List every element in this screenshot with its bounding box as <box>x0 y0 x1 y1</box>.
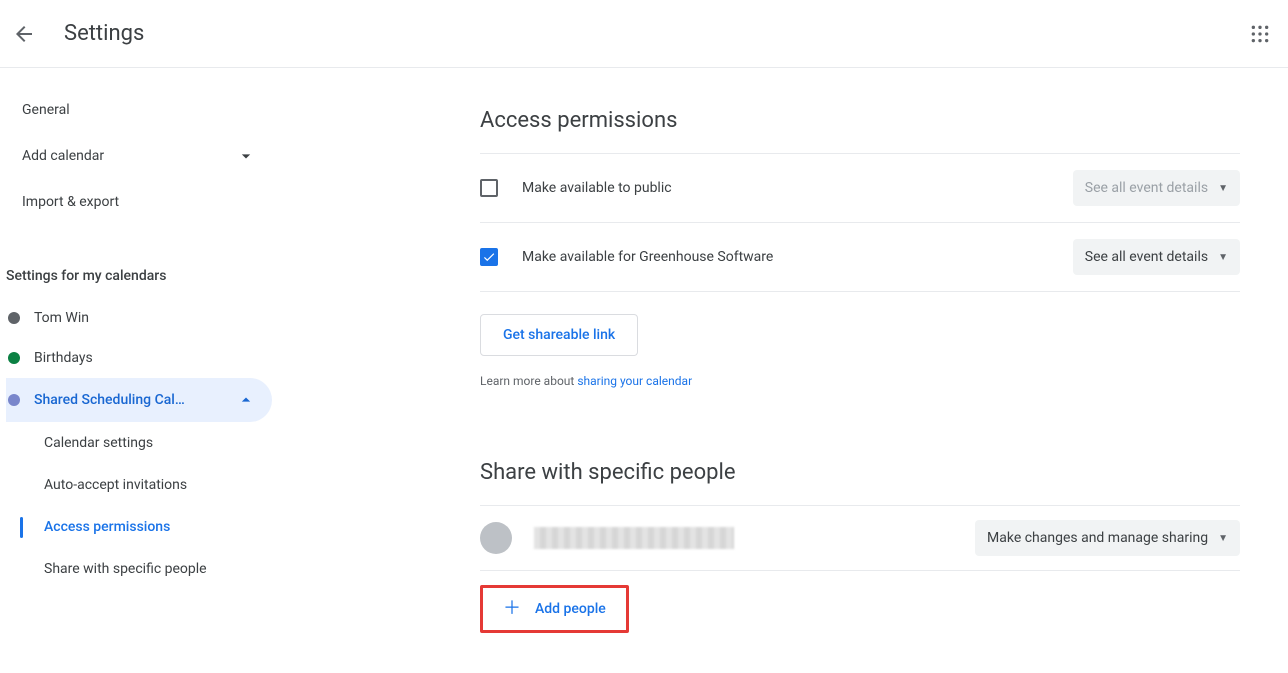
share-person-row: Make changes and manage sharing ▼ <box>480 505 1240 571</box>
calendar-item-birthdays[interactable]: Birthdays <box>6 338 272 378</box>
permission-label: Make available for Greenhouse Software <box>522 249 773 265</box>
share-specific-section: Share with specific people Make changes … <box>480 460 1240 633</box>
main-content: Access permissions Make available to pub… <box>280 68 1280 673</box>
dropdown-label: See all event details <box>1085 180 1208 196</box>
calendar-label: Birthdays <box>34 350 256 366</box>
subnav-label: Calendar settings <box>44 435 153 451</box>
subnav-share-specific[interactable]: Share with specific people <box>14 548 272 590</box>
calendar-color-dot <box>8 312 20 324</box>
help-link[interactable]: sharing your calendar <box>577 374 692 388</box>
sidebar-item-general[interactable]: General <box>6 88 272 132</box>
get-shareable-link-button[interactable]: Get shareable link <box>480 314 638 356</box>
person-left <box>480 522 734 554</box>
dropdown-triangle-icon: ▼ <box>1218 533 1228 544</box>
permission-row-org: Make available for Greenhouse Software S… <box>480 223 1240 292</box>
dropdown-person-permission[interactable]: Make changes and manage sharing ▼ <box>975 520 1240 556</box>
sidebar-label: Add calendar <box>22 148 104 164</box>
sidebar-label: Import & export <box>22 194 119 210</box>
person-email-redacted <box>534 527 734 549</box>
sidebar-label: General <box>22 102 70 118</box>
dropdown-public-visibility[interactable]: See all event details ▼ <box>1073 170 1240 206</box>
permission-left: Make available for Greenhouse Software <box>480 248 773 266</box>
header-left: Settings <box>12 21 144 46</box>
app-header: Settings <box>0 0 1288 68</box>
permission-label: Make available to public <box>522 180 672 196</box>
calendar-subnav: Calendar settings Auto-accept invitation… <box>14 422 272 590</box>
subnav-label: Share with specific people <box>44 561 207 577</box>
checkbox-make-org[interactable] <box>480 248 498 266</box>
add-people-button[interactable]: ＋ Add people <box>483 588 626 630</box>
section-heading: Access permissions <box>480 108 1240 133</box>
back-arrow-icon[interactable] <box>12 22 36 46</box>
subnav-auto-accept[interactable]: Auto-accept invitations <box>14 464 272 506</box>
page-title: Settings <box>64 21 144 46</box>
access-permissions-section: Access permissions Make available to pub… <box>480 108 1240 388</box>
calendar-color-dot <box>8 394 20 406</box>
dropdown-triangle-icon: ▼ <box>1218 183 1228 194</box>
permission-left: Make available to public <box>480 179 672 197</box>
add-people-highlight: ＋ Add people <box>480 585 629 633</box>
subnav-calendar-settings[interactable]: Calendar settings <box>14 422 272 464</box>
dropdown-triangle-icon: ▼ <box>1218 252 1228 263</box>
calendar-item-shared-scheduling[interactable]: Shared Scheduling Cal… <box>6 378 272 422</box>
chevron-up-icon <box>236 390 256 410</box>
plus-icon: ＋ <box>503 600 521 618</box>
checkbox-make-public[interactable] <box>480 179 498 197</box>
calendar-label: Shared Scheduling Cal… <box>34 392 222 408</box>
add-people-label: Add people <box>535 601 606 617</box>
help-text: Learn more about sharing your calendar <box>480 374 1240 388</box>
subnav-label: Access permissions <box>44 519 170 535</box>
help-prefix: Learn more about <box>480 374 577 388</box>
sidebar-section-label: Settings for my calendars <box>6 254 272 298</box>
subnav-access-permissions[interactable]: Access permissions <box>14 506 272 548</box>
sidebar-item-add-calendar[interactable]: Add calendar <box>6 132 272 180</box>
section-heading: Share with specific people <box>480 460 1240 485</box>
calendar-color-dot <box>8 352 20 364</box>
dropdown-label: See all event details <box>1085 249 1208 265</box>
sidebar-item-import-export[interactable]: Import & export <box>6 180 272 224</box>
dropdown-org-visibility[interactable]: See all event details ▼ <box>1073 239 1240 275</box>
avatar-icon <box>480 522 512 554</box>
google-apps-icon[interactable] <box>1248 22 1272 46</box>
calendar-item-tom-win[interactable]: Tom Win <box>6 298 272 338</box>
permission-row-public: Make available to public See all event d… <box>480 153 1240 223</box>
layout: General Add calendar Import & export Set… <box>0 68 1288 673</box>
chevron-down-icon <box>236 146 256 166</box>
calendar-label: Tom Win <box>34 310 256 326</box>
dropdown-label: Make changes and manage sharing <box>987 530 1208 546</box>
sidebar: General Add calendar Import & export Set… <box>0 68 280 673</box>
subnav-label: Auto-accept invitations <box>44 477 187 493</box>
